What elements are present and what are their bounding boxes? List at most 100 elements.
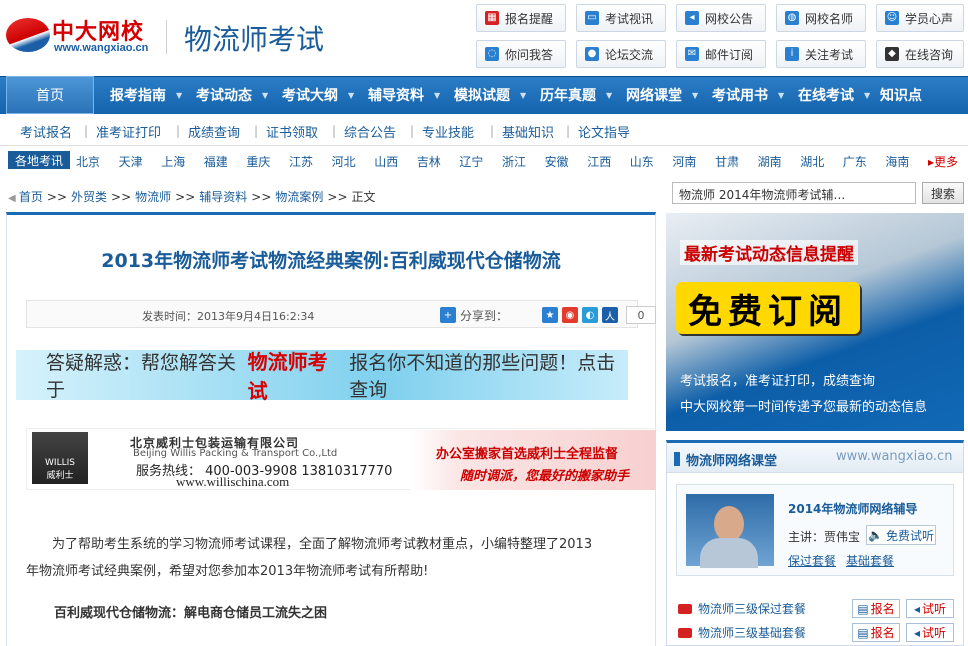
city-link[interactable]: 甘肃 (715, 153, 739, 170)
breadcrumb-link[interactable]: 首页 (19, 190, 43, 204)
city-link[interactable]: 海南 (885, 153, 909, 170)
city-link[interactable]: 广东 (843, 153, 867, 170)
top-link-7[interactable]: ✉ 邮件订阅 (676, 40, 766, 68)
top-link-3[interactable]: ◍ 网校名师 (776, 4, 866, 32)
subnav-item-4[interactable]: 综合公告 (344, 122, 396, 141)
free-trial-button[interactable]: 🔈 免费试听 (866, 525, 936, 545)
subnav-item-2[interactable]: 成绩查询 (188, 122, 240, 141)
publish-time: 发表时间：2013年9月4日16:2:34 (142, 310, 315, 323)
city-link[interactable]: 山东 (630, 153, 654, 170)
subnav-item-7[interactable]: 论文指导 (578, 122, 630, 141)
plus-share-icon[interactable]: + (440, 307, 456, 323)
article-title: 2013年物流师考试物流经典案例:百利威现代仓储物流 (101, 250, 561, 272)
city-link[interactable]: 江西 (587, 153, 611, 170)
subnav-item-0[interactable]: 考试报名 (20, 122, 72, 141)
qzone-star-icon[interactable]: ★ (542, 307, 559, 323)
signup-button[interactable]: ▤ 报名 (852, 599, 900, 618)
top-link-9[interactable]: ◆ 在线咨询 (876, 40, 964, 68)
course-row[interactable]: 物流师三级基础套餐 (678, 624, 806, 641)
top-link-label: 邮件订阅 (705, 47, 754, 62)
city-link[interactable]: 山西 (374, 153, 398, 170)
site-logo[interactable]: 中大网校 www.wangxiao.cn (6, 10, 156, 60)
subnav-item-3[interactable]: 证书领取 (266, 122, 318, 141)
city-link[interactable]: 河北 (332, 153, 356, 170)
subnav-divider: | (410, 124, 415, 138)
city-link[interactable]: 上海 (161, 153, 185, 170)
trial-label: 试听 (922, 602, 947, 616)
tencent-weibo-icon[interactable]: ◐ (582, 307, 599, 323)
nav-item-6[interactable]: 网络课堂 ▼ (626, 76, 698, 114)
breadcrumb-separator: >> (327, 190, 348, 204)
breadcrumb-link[interactable]: 外贸类 (71, 190, 107, 204)
breadcrumb-link[interactable]: 物流案例 (275, 190, 323, 204)
city-link[interactable]: 天津 (119, 153, 143, 170)
smile-icon: ☺ (885, 11, 899, 25)
article-paragraph-line-2: 年物流师考试经典案例，希望对您参加本2013年物流师考试有所帮助! (26, 564, 429, 579)
nav-item-7[interactable]: 考试用书 ▼ (712, 76, 784, 114)
chevron-down-icon: ▼ (692, 90, 699, 100)
city-link[interactable]: 江苏 (289, 153, 313, 170)
city-link[interactable]: 湖南 (758, 153, 782, 170)
ad-company-en: Beijing Willis Packing & Transport Co.,L… (133, 448, 338, 459)
top-link-6[interactable]: ● 论坛交流 (576, 40, 666, 68)
renren-icon[interactable]: 人 (602, 307, 619, 323)
cities-more-link[interactable]: ▸更多 (928, 153, 958, 170)
nav-item-3[interactable]: 辅导资料 ▼ (368, 76, 440, 114)
top-link-1[interactable]: ▭ 考试视讯 (576, 4, 666, 32)
subnav-item-5[interactable]: 专业技能 (422, 122, 474, 141)
city-link[interactable]: 重庆 (246, 153, 270, 170)
trial-button[interactable]: ◂ 试听 (906, 623, 954, 642)
nav-item-1[interactable]: 考试动态 ▼ (196, 76, 268, 114)
willis-logo: WILLIS 威利士 (32, 432, 88, 484)
breadcrumb-link[interactable]: 辅导资料 (199, 190, 247, 204)
breadcrumb-link[interactable]: 物流师 (135, 190, 171, 204)
nav-item-5[interactable]: 历年真题 ▼ (540, 76, 612, 114)
package-link-basic[interactable]: 基础套餐 (846, 552, 894, 569)
search-input[interactable]: 物流师 2014年物流师考试辅… (672, 182, 916, 204)
course-title[interactable]: 物流师网络课堂 (686, 450, 777, 469)
top-link-0[interactable]: ▦ 报名提醒 (476, 4, 566, 32)
signup-button[interactable]: ▤ 报名 (852, 623, 900, 642)
subnav-item-1[interactable]: 准考证打印 (96, 122, 161, 141)
subnav-divider: | (254, 124, 259, 138)
city-link[interactable]: 安徽 (545, 153, 569, 170)
city-link[interactable]: 湖北 (800, 153, 824, 170)
course-url[interactable]: www.wangxiao.cn (836, 449, 952, 464)
nav-home[interactable]: 首页 (6, 76, 94, 114)
nav-item-label: 模拟试题 (454, 88, 510, 104)
chevron-down-icon: ▼ (348, 90, 355, 100)
featured-course-title[interactable]: 2014年物流师网络辅导 (788, 500, 917, 517)
city-link[interactable]: 福建 (204, 153, 228, 170)
top-link-2[interactable]: ◂ 网校公告 (676, 4, 766, 32)
city-link[interactable]: 河南 (672, 153, 696, 170)
top-link-8[interactable]: i 关注考试 (776, 40, 866, 68)
top-link-label: 考试视讯 (605, 11, 654, 26)
top-link-label: 学员心声 (905, 11, 954, 26)
faq-banner[interactable]: 答疑解惑：帮您解答关于 物流师考试 报名你不知道的那些问题！点击查询 (16, 350, 628, 403)
nav-item-8[interactable]: 在线考试 ▼ (798, 76, 870, 114)
free-subscribe-button[interactable]: 免费订阅 (676, 282, 860, 334)
top-link-label: 你问我答 (505, 47, 554, 62)
video-camera-icon (678, 603, 692, 614)
calendar-icon: ▦ (485, 11, 499, 25)
article-subheading: 百利威现代仓储物流：解电商仓储员工流失之困 (54, 606, 328, 621)
city-link[interactable]: 浙江 (502, 153, 526, 170)
weibo-icon[interactable]: ◉ (562, 307, 579, 323)
nav-item-4[interactable]: 模拟试题 ▼ (454, 76, 526, 114)
top-link-4[interactable]: ☺ 学员心声 (876, 4, 964, 32)
city-link[interactable]: 辽宁 (459, 153, 483, 170)
nav-item-0[interactable]: 报考指南 ▼ (110, 76, 182, 114)
chat-bubble-icon: ◌ (485, 47, 499, 61)
ad-url: www.willischina.com (176, 474, 290, 489)
city-link[interactable]: 北京 (76, 153, 100, 170)
top-link-5[interactable]: ◌ 你问我答 (476, 40, 566, 68)
search-button[interactable]: 搜索 (922, 182, 964, 204)
package-link-guarantee[interactable]: 保过套餐 (788, 552, 836, 569)
subnav-item-6[interactable]: 基础知识 (502, 122, 554, 141)
nav-item-2[interactable]: 考试大纲 ▼ (282, 76, 354, 114)
course-row[interactable]: 物流师三级保过套餐 (678, 600, 806, 617)
nav-item-9[interactable]: 知识点 (880, 76, 922, 114)
city-link[interactable]: 吉林 (417, 153, 441, 170)
trial-button[interactable]: ◂ 试听 (906, 599, 954, 618)
banner-prefix: 答疑解惑：帮您解答关于 (46, 352, 237, 401)
